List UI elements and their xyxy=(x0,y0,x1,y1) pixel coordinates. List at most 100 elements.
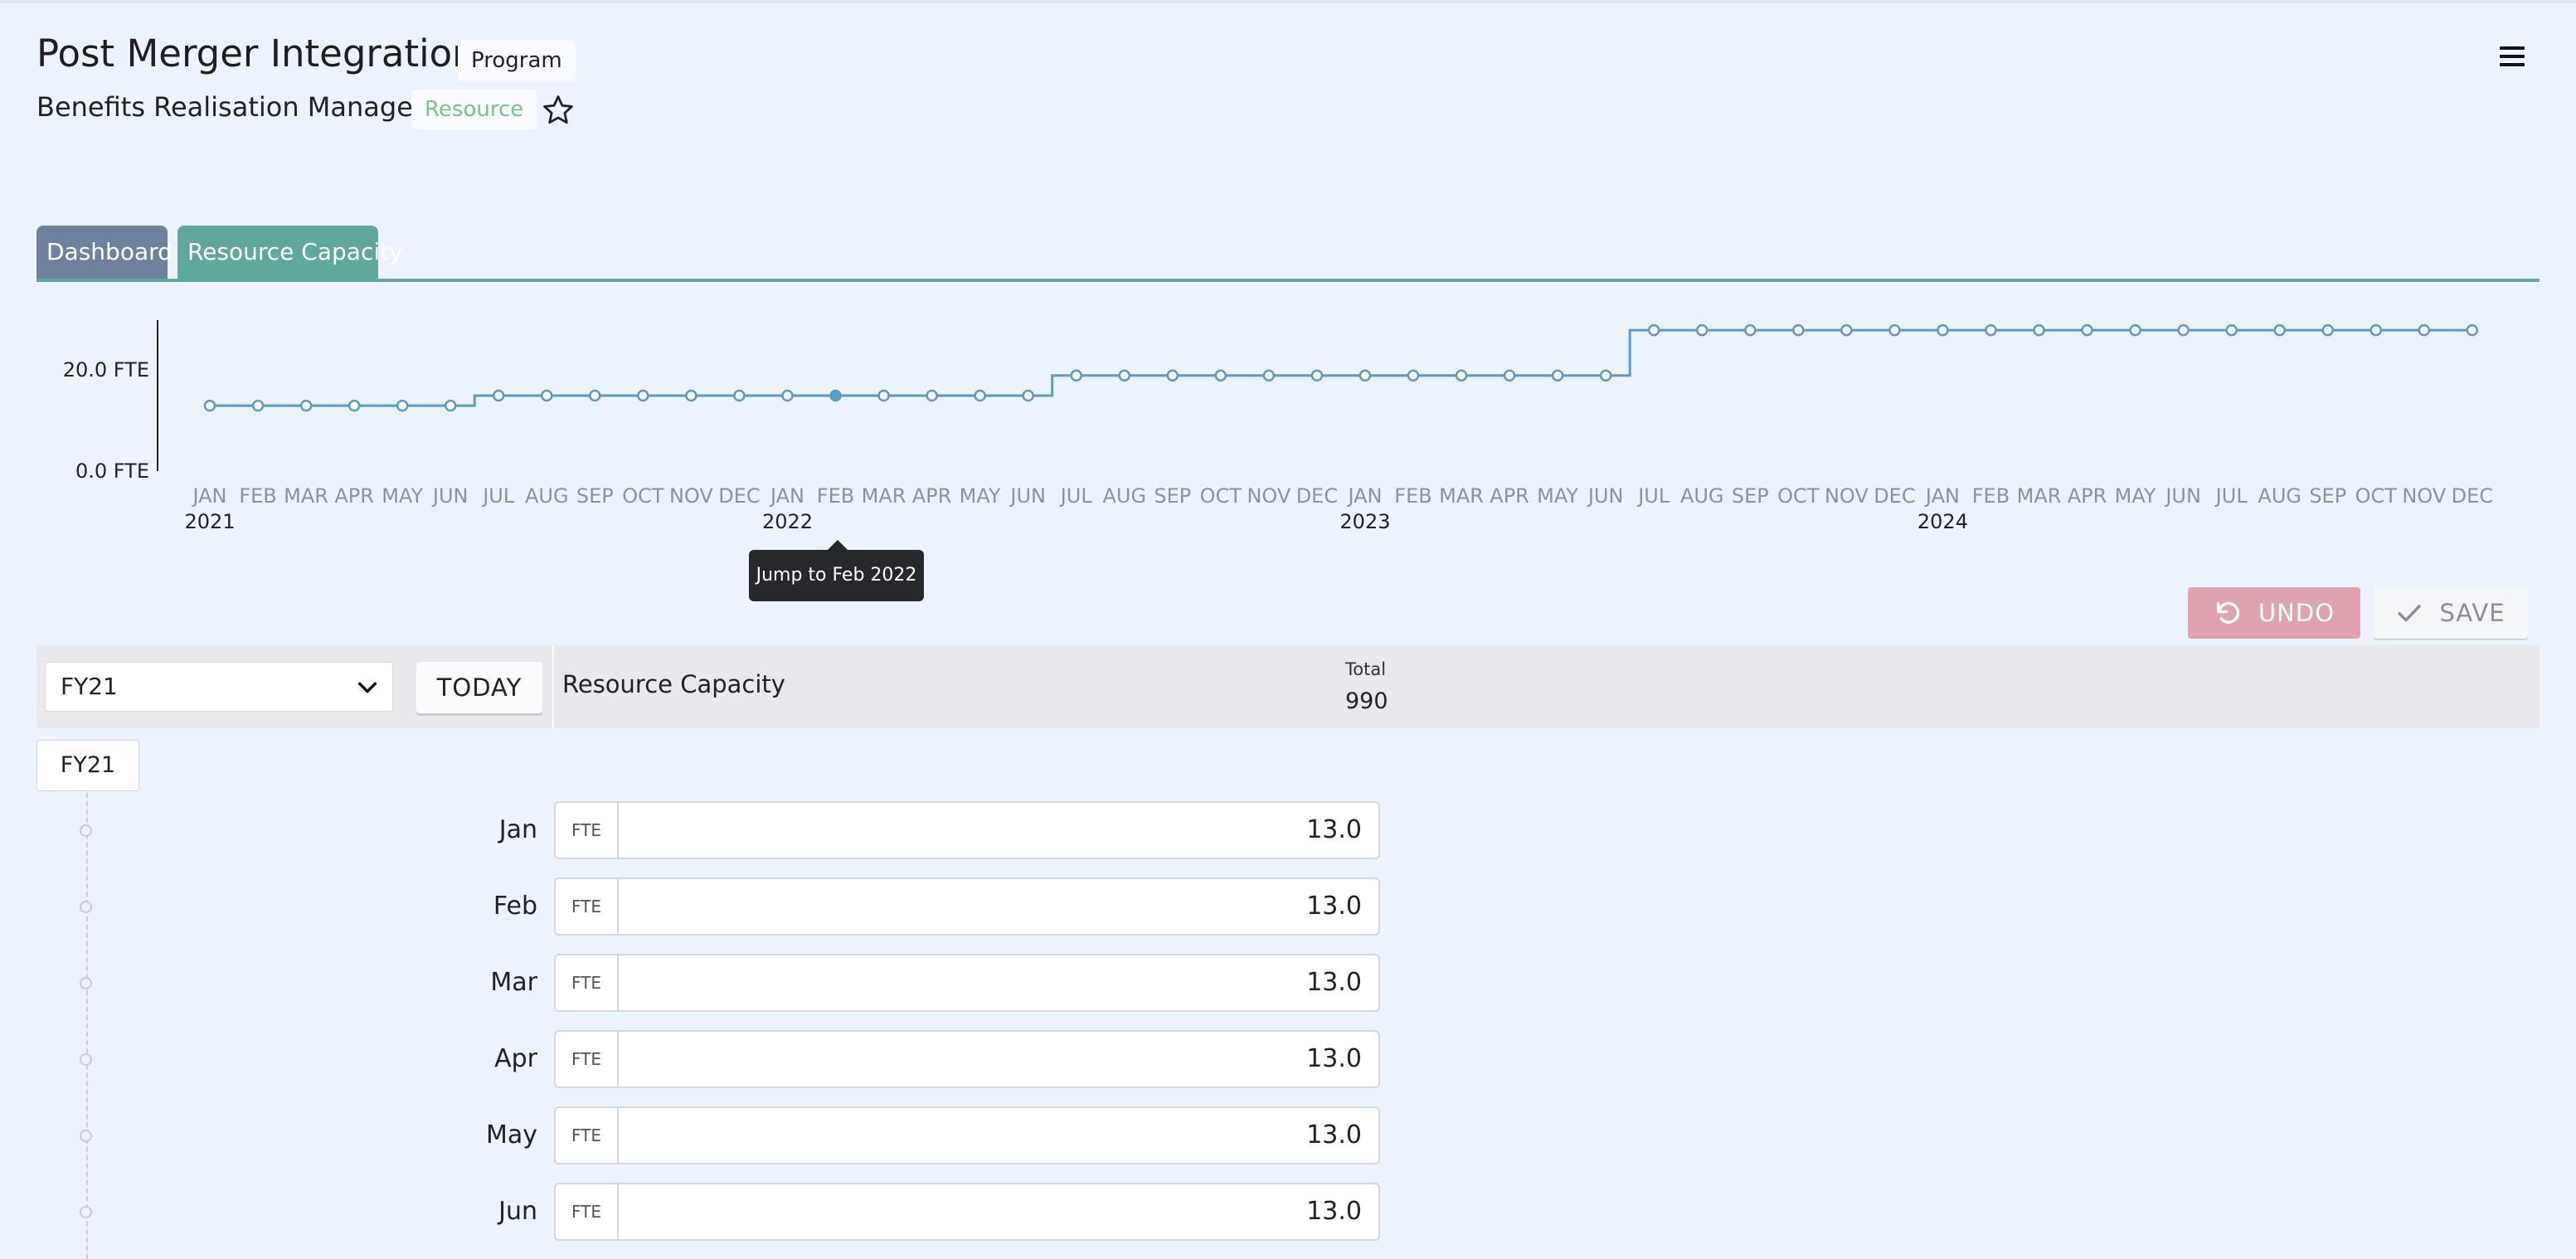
save-button[interactable]: SAVE xyxy=(2374,587,2528,639)
data-point[interactable] xyxy=(1070,369,1082,382)
data-point[interactable] xyxy=(444,399,457,412)
toolbar-divider xyxy=(552,645,554,728)
year-label: 2021 xyxy=(184,510,235,533)
capacity-input[interactable]: FTE 13.0 xyxy=(554,1183,1380,1241)
x-tick-label: FEB xyxy=(1972,484,2010,508)
x-tick-label: NOV xyxy=(2402,484,2446,508)
chevron-down-icon xyxy=(357,682,377,693)
x-tick-label: JUN xyxy=(2164,484,2201,508)
data-point[interactable] xyxy=(589,389,601,402)
capacity-chart[interactable]: 20.0 FTE 0.0 FTE JAN FEB MAR APR MAY JUN JUL AU… xyxy=(0,299,2576,547)
unit-label: FTE xyxy=(556,803,619,858)
today-button[interactable]: TODAY xyxy=(416,662,542,713)
x-tick-label: MAY xyxy=(382,484,423,508)
x-tick-label: SEP xyxy=(1154,484,1191,508)
data-point[interactable] xyxy=(1407,369,1420,382)
x-tick-label: MAR xyxy=(2017,484,2062,508)
capacity-input[interactable]: FTE 13.0 xyxy=(554,954,1380,1012)
data-point[interactable] xyxy=(685,389,697,402)
x-tick-label: NOV xyxy=(669,484,713,508)
month-label: Feb xyxy=(493,892,537,921)
data-point[interactable] xyxy=(2418,323,2431,337)
data-point[interactable] xyxy=(1262,369,1276,382)
data-point[interactable] xyxy=(1358,369,1372,382)
data-point[interactable] xyxy=(396,399,409,412)
capacity-input[interactable]: FTE 13.0 xyxy=(554,877,1380,936)
x-tick-label: NOV xyxy=(1825,484,1869,508)
capacity-value[interactable]: 13.0 xyxy=(1306,1108,1362,1163)
data-point[interactable] xyxy=(1503,369,1516,382)
data-point[interactable] xyxy=(1166,369,1179,382)
data-point[interactable] xyxy=(1840,323,1853,337)
capacity-value[interactable]: 13.0 xyxy=(1306,1032,1362,1086)
data-point[interactable] xyxy=(1455,369,1468,382)
data-point[interactable] xyxy=(251,399,265,412)
data-point[interactable] xyxy=(2033,323,2045,337)
month-label: Mar xyxy=(490,968,537,997)
data-point[interactable] xyxy=(1937,323,1949,337)
data-point[interactable] xyxy=(2369,323,2383,337)
tab-dashboard[interactable]: Dashboard xyxy=(36,226,173,280)
data-point[interactable] xyxy=(1985,323,1997,337)
data-point[interactable] xyxy=(541,389,553,402)
fiscal-year-select[interactable]: FY21 xyxy=(45,662,393,712)
data-point[interactable] xyxy=(492,389,505,402)
hamburger-menu-icon[interactable] xyxy=(2500,46,2525,71)
x-tick-label: DEC xyxy=(718,484,760,508)
data-point[interactable] xyxy=(2129,323,2141,337)
star-icon[interactable] xyxy=(541,93,576,128)
data-point[interactable] xyxy=(2225,323,2238,337)
data-point[interactable] xyxy=(1792,323,1805,337)
capacity-value[interactable]: 13.0 xyxy=(1306,955,1362,1010)
capacity-input[interactable]: FTE 13.0 xyxy=(554,1106,1380,1164)
x-tick-label: OCT xyxy=(622,484,664,508)
capacity-input[interactable]: FTE 13.0 xyxy=(554,801,1380,859)
tab-resource-capacity[interactable]: Resource Capacity xyxy=(177,226,403,280)
capacity-value[interactable]: 13.0 xyxy=(1306,879,1362,934)
capacity-value[interactable]: 13.0 xyxy=(1306,803,1362,858)
dot xyxy=(80,977,92,989)
data-point[interactable] xyxy=(781,389,794,402)
data-point[interactable] xyxy=(2081,323,2093,337)
data-point[interactable] xyxy=(1214,369,1227,382)
data-point[interactable] xyxy=(1744,323,1757,337)
data-point[interactable] xyxy=(299,399,313,412)
page-title: Post Merger Integration xyxy=(36,32,476,75)
resource-badge: Resource xyxy=(411,90,537,129)
data-point[interactable] xyxy=(1695,323,1708,337)
data-point[interactable] xyxy=(2273,323,2286,337)
x-tick-label: FEB xyxy=(1394,484,1431,508)
capacity-input[interactable]: FTE 13.0 xyxy=(554,1030,1380,1088)
data-point[interactable] xyxy=(733,389,746,402)
timeline-line xyxy=(86,793,88,1259)
data-point[interactable] xyxy=(877,389,890,402)
undo-button[interactable]: UNDO xyxy=(2188,587,2360,639)
data-point[interactable] xyxy=(203,399,216,412)
data-point[interactable] xyxy=(2177,323,2190,337)
year-label: 2022 xyxy=(762,510,813,533)
data-point[interactable] xyxy=(637,389,649,402)
year-label: 2024 xyxy=(1917,510,1968,533)
month-label: Jun xyxy=(498,1197,537,1226)
x-tick-label: FEB xyxy=(239,484,276,508)
data-point[interactable] xyxy=(1599,369,1612,382)
dot xyxy=(80,901,92,913)
data-point[interactable] xyxy=(1888,323,1901,337)
data-point[interactable] xyxy=(1647,323,1660,337)
capacity-toolbar: FY21 TODAY Resource Capacity Total 990 xyxy=(36,645,2540,728)
data-point[interactable] xyxy=(1310,369,1324,382)
data-point[interactable] xyxy=(2321,323,2335,337)
fiscal-year-chip[interactable]: FY21 xyxy=(36,740,139,791)
data-point[interactable] xyxy=(926,389,938,402)
dot xyxy=(80,1130,92,1142)
data-point[interactable] xyxy=(348,399,361,412)
data-point[interactable] xyxy=(2466,323,2479,337)
capacity-value[interactable]: 13.0 xyxy=(1306,1184,1362,1239)
data-point[interactable] xyxy=(1551,369,1564,382)
data-point[interactable] xyxy=(1022,389,1034,402)
x-tick-label: AUG xyxy=(525,484,569,508)
data-point[interactable] xyxy=(1118,369,1131,382)
x-tick-label: JUL xyxy=(2214,484,2248,508)
data-point[interactable] xyxy=(974,389,986,402)
data-point[interactable] xyxy=(829,389,842,402)
